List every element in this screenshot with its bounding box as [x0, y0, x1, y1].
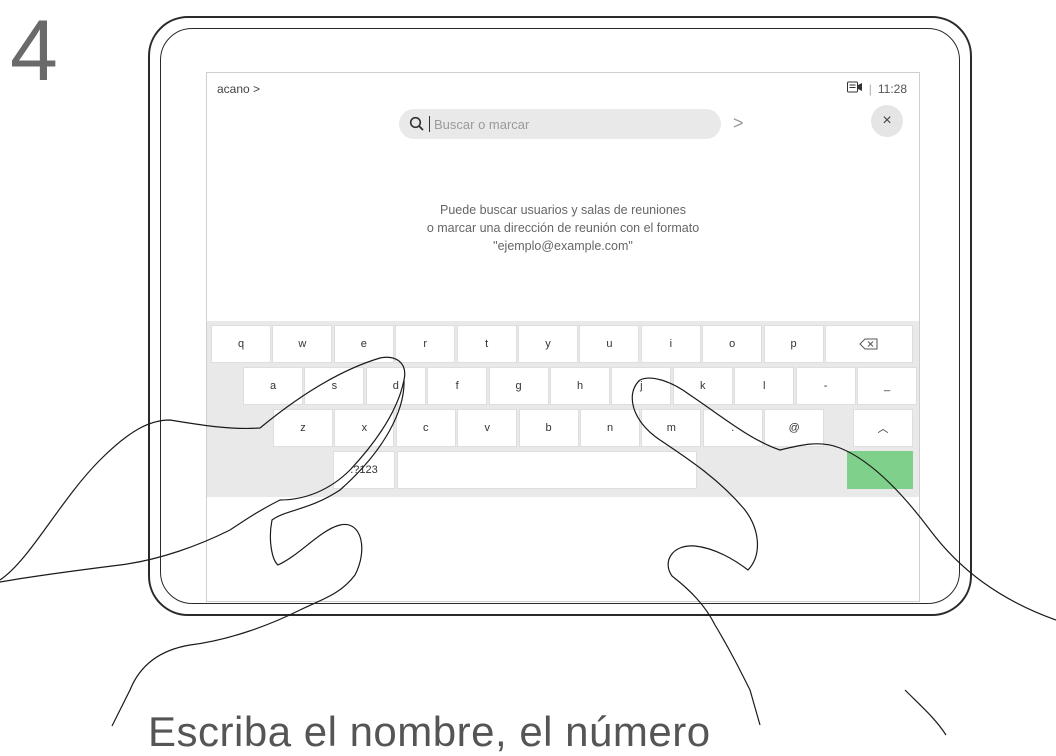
key[interactable]: m [641, 409, 702, 447]
text-cursor [429, 116, 430, 132]
device-screen: acano > | 11:28 > × Puede buscar usuario… [206, 72, 920, 602]
close-icon: × [882, 112, 892, 129]
hint-line: o marcar una dirección de reunión con el… [426, 221, 700, 235]
key[interactable]: o [702, 325, 763, 363]
search-hint: Puede buscar usuarios y salas de reunion… [207, 201, 919, 255]
breadcrumb[interactable]: acano > [217, 82, 260, 96]
search-go-button[interactable]: > [733, 113, 744, 134]
clock: 11:28 [877, 81, 907, 96]
numbers-key[interactable]: .?123 [333, 451, 395, 489]
on-screen-keyboard: ︿ .?123 q w e r t y u i o p a s d f g h j k l - _z x c v b n m. @ [207, 321, 919, 497]
status-bar: | 11:28 [846, 81, 907, 96]
key[interactable]: f [427, 367, 488, 405]
key[interactable]: y [518, 325, 578, 363]
key[interactable]: w [272, 325, 333, 363]
key[interactable]: e [333, 325, 394, 363]
key[interactable]: j [611, 367, 672, 405]
key[interactable]: . [702, 409, 763, 447]
shift-key[interactable]: ︿ [853, 409, 913, 447]
key[interactable]: h [550, 367, 610, 405]
search-bar[interactable] [399, 109, 721, 139]
key[interactable]: r [395, 325, 456, 363]
key[interactable]: n [580, 409, 640, 447]
key[interactable]: d [365, 367, 426, 405]
step-number: 4 [10, 3, 58, 99]
search-input[interactable] [432, 115, 696, 133]
space-key[interactable] [397, 451, 697, 489]
key[interactable]: l [734, 367, 795, 405]
key[interactable]: a [243, 367, 303, 405]
key[interactable]: i [640, 325, 701, 363]
key[interactable]: _ [857, 367, 917, 405]
camera-icon[interactable] [846, 81, 863, 96]
status-separator: | [868, 81, 872, 96]
key[interactable]: g [488, 367, 549, 405]
key[interactable]: t [456, 325, 517, 363]
backspace-key[interactable] [825, 325, 913, 363]
key[interactable]: p [763, 325, 824, 363]
key[interactable]: x [334, 409, 395, 447]
key[interactable]: u [579, 325, 640, 363]
key[interactable]: z [273, 409, 333, 447]
backspace-icon [859, 338, 878, 350]
key[interactable]: k [672, 367, 733, 405]
instruction-caption: Escriba el nombre, el número [148, 708, 711, 755]
close-button[interactable]: × [871, 105, 903, 137]
key[interactable]: c [395, 409, 456, 447]
hint-line: "ejemplo@example.com" [493, 239, 633, 253]
key[interactable]: @ [764, 409, 825, 447]
shift-icon: ︿ [877, 423, 889, 435]
key[interactable]: b [518, 409, 579, 447]
key[interactable]: v [457, 409, 518, 447]
enter-key[interactable] [847, 451, 913, 489]
key[interactable]: q [211, 325, 271, 363]
search-icon [409, 116, 424, 131]
key[interactable]: s [304, 367, 365, 405]
key[interactable]: - [795, 367, 856, 405]
hint-line: Puede buscar usuarios y salas de reunion… [440, 203, 686, 217]
